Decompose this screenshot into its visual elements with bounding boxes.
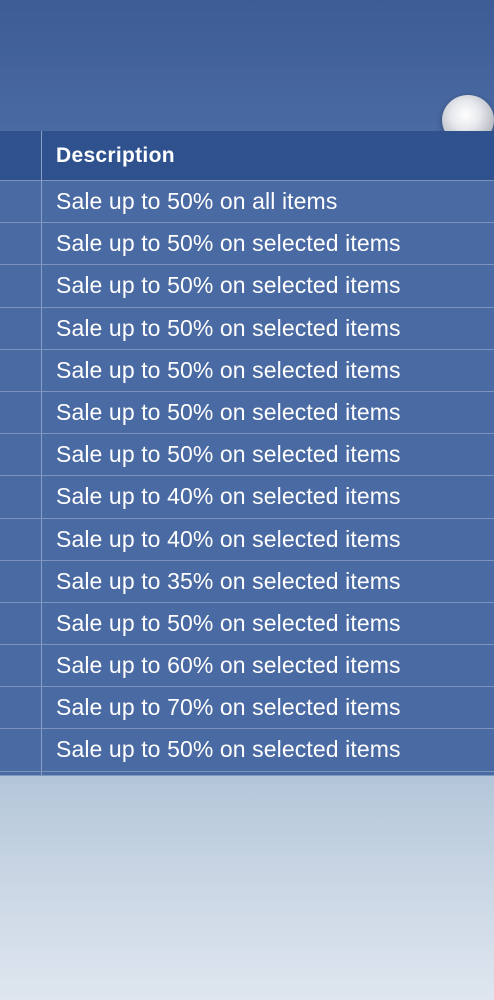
table-row[interactable]: Sale up to 40% on selected items bbox=[0, 519, 494, 561]
row-description: Sale up to 50% on selected items bbox=[56, 398, 401, 425]
row-description: Sale up to 40% on selected items bbox=[56, 483, 401, 510]
table-row[interactable]: Sale up to 70% on selected items bbox=[0, 687, 494, 730]
table-row[interactable]: Sale up to 50% on selected items bbox=[0, 265, 494, 308]
column-header-description: Description bbox=[56, 144, 175, 167]
table-row[interactable]: Sale up to 60% on selected items bbox=[0, 645, 494, 688]
sales-table: Description Sale up to 50% on all items … bbox=[0, 131, 494, 775]
table-row[interactable]: Sale up to 50% on all items bbox=[0, 181, 494, 224]
row-description: Sale up to 50% on selected items bbox=[56, 272, 401, 299]
table-row[interactable]: Sale up to 50% on selected items bbox=[0, 434, 494, 477]
table-row[interactable]: Sale up to 50% on selected items bbox=[0, 729, 494, 772]
row-description: Sale up to 70% on selected items bbox=[56, 694, 401, 721]
row-description: Sale up to 50% on selected items bbox=[56, 441, 401, 468]
row-description: Sale up to 50% on selected items bbox=[56, 609, 401, 636]
row-description: Sale up to 40% on selected items bbox=[56, 525, 401, 552]
row-description: Sale up to 50% on selected items bbox=[56, 314, 401, 341]
row-description: Sale up to 50% on selected items bbox=[56, 736, 401, 763]
table-row[interactable]: Sale up to 35% on selected items bbox=[0, 561, 494, 603]
row-description: Sale up to 50% on all items bbox=[56, 188, 338, 214]
table-row[interactable]: Sale up to 50% on selected items bbox=[0, 392, 494, 435]
row-description: Sale up to 50% on selected items bbox=[56, 356, 401, 383]
row-description: Sale up to 50% on selected items bbox=[56, 230, 401, 257]
row-description: Sale up to 60% on selected items bbox=[56, 652, 401, 679]
table-row[interactable]: Sale up to 40% on selected items bbox=[0, 476, 494, 519]
table-body: Sale up to 50% on all items Sale up to 5… bbox=[0, 181, 494, 772]
row-description: Sale up to 35% on selected items bbox=[56, 567, 401, 594]
table-row[interactable]: Sale up to 50% on selected items bbox=[0, 603, 494, 646]
table-header: Description bbox=[0, 131, 494, 181]
table-row[interactable]: Sale up to 50% on selected items bbox=[0, 350, 494, 392]
table-row[interactable]: Sale up to 50% on selected items bbox=[0, 223, 494, 266]
top-banner bbox=[0, 0, 494, 131]
table-row[interactable]: Sale up to 50% on selected items bbox=[0, 308, 494, 350]
